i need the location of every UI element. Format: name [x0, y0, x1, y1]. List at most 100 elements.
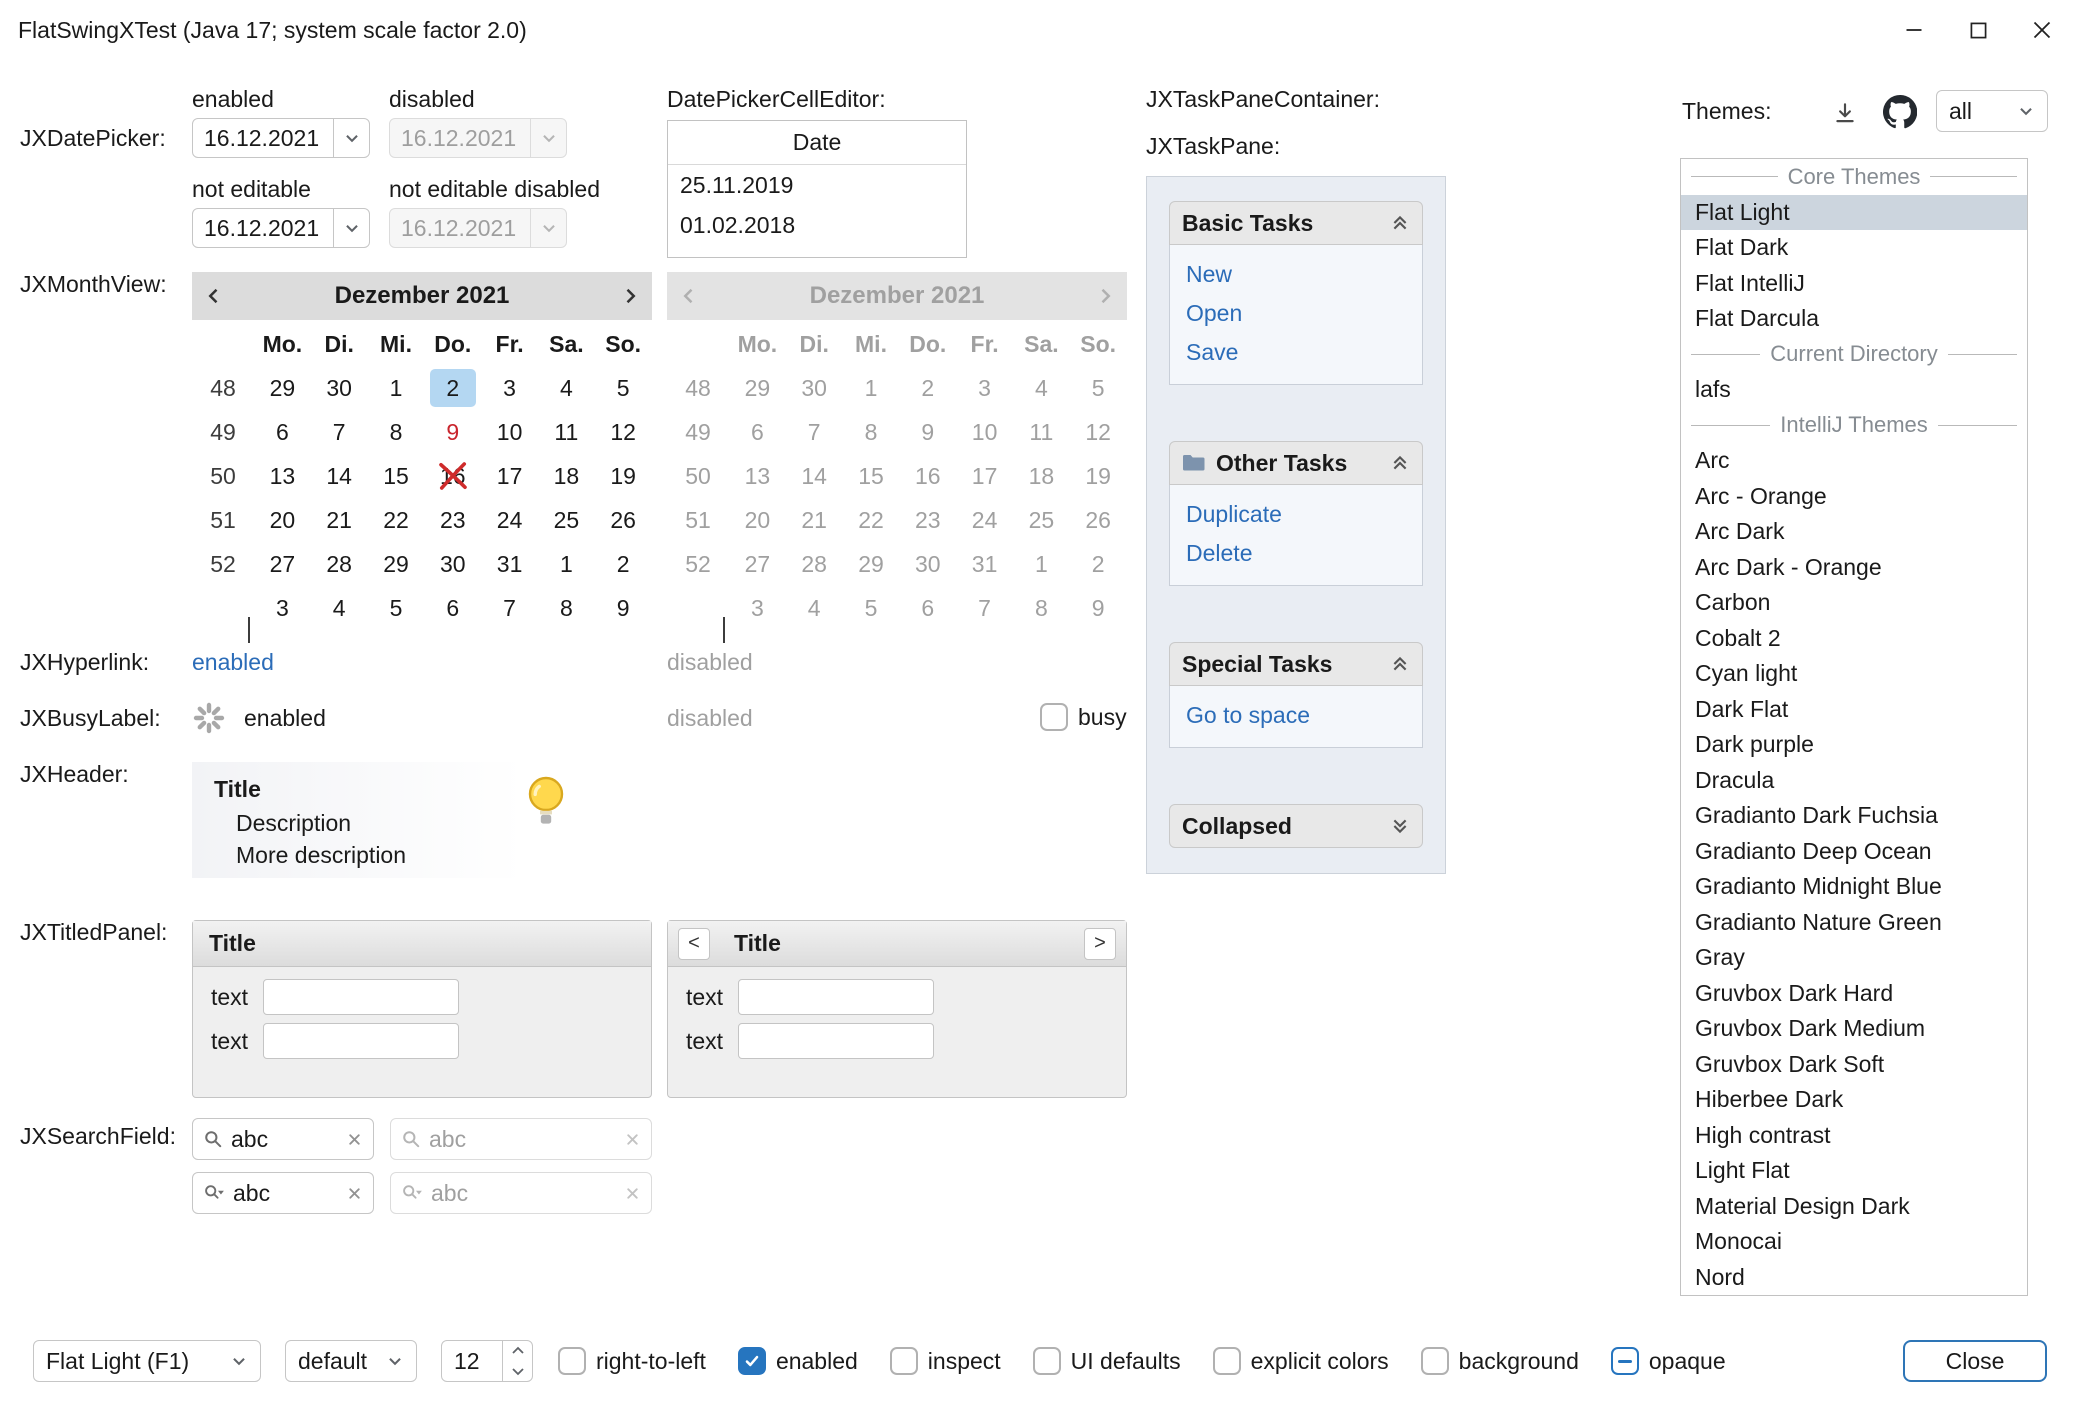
calendar-day[interactable]: 16 [430, 457, 476, 495]
chevron-down-icon[interactable] [333, 119, 369, 157]
datepicker-value[interactable]: 16.12.2021 [193, 209, 333, 247]
calendar-day[interactable]: 8 [543, 589, 589, 627]
calendar-day[interactable]: 20 [259, 501, 305, 539]
calendar-day[interactable]: 5 [373, 589, 419, 627]
clear-icon[interactable] [346, 1185, 363, 1202]
spinner-buttons[interactable] [502, 1341, 532, 1381]
theme-list-item[interactable]: Flat Light [1681, 195, 2027, 231]
taskpane-header[interactable]: Special Tasks [1169, 642, 1423, 686]
calendar-day[interactable]: 10 [487, 413, 533, 451]
theme-list-item[interactable]: Gruvbox Dark Medium [1681, 1011, 2027, 1047]
checkbox-box[interactable] [890, 1347, 918, 1375]
theme-list-item[interactable]: Light Flat [1681, 1153, 2027, 1189]
theme-list-item[interactable]: Flat IntelliJ [1681, 266, 2027, 302]
calendar-day[interactable]: 24 [487, 501, 533, 539]
table-row[interactable]: 25.11.2019 [668, 165, 966, 205]
theme-list-item[interactable]: Monocai [1681, 1224, 2027, 1260]
checkbox-box[interactable] [1040, 703, 1068, 731]
theme-list-item[interactable]: Hiberbee Dark [1681, 1082, 2027, 1118]
checkbox-box[interactable] [1213, 1347, 1241, 1375]
taskpane-link[interactable]: Open [1170, 294, 1422, 333]
calendar-day[interactable]: 23 [430, 501, 476, 539]
calendar-day[interactable]: 27 [259, 545, 305, 583]
calendar-day[interactable]: 9 [430, 413, 476, 451]
checkbox-box[interactable] [1033, 1347, 1061, 1375]
theme-list-item[interactable]: Arc Dark - Orange [1681, 550, 2027, 586]
titledpanel-text-field[interactable] [263, 979, 459, 1015]
theme-list-item[interactable]: Carbon [1681, 585, 2027, 621]
chevron-down-icon[interactable] [230, 1352, 248, 1370]
datepicker-enabled[interactable]: 16.12.2021 [192, 118, 370, 158]
titledpanel-text-field[interactable] [738, 979, 934, 1015]
checkbox-box[interactable] [738, 1347, 766, 1375]
calendar-day[interactable]: 28 [316, 545, 362, 583]
theme-list-item[interactable]: Gradianto Dark Fuchsia [1681, 798, 2027, 834]
download-icon[interactable] [1828, 96, 1862, 130]
calendar-day[interactable]: 3 [259, 589, 305, 627]
combobox-value[interactable]: default [298, 1348, 378, 1375]
search-input[interactable]: abc [233, 1180, 338, 1207]
theme-list-item[interactable]: Dark Flat [1681, 692, 2027, 728]
close-button[interactable]: Close [1903, 1340, 2047, 1382]
next-month-icon[interactable] [620, 272, 640, 320]
calendar-day[interactable]: 8 [373, 413, 419, 451]
taskpane-link[interactable]: Delete [1170, 534, 1422, 573]
checkbox-background[interactable]: background [1421, 1347, 1579, 1375]
titledpanel-right-button[interactable]: > [1084, 928, 1116, 960]
calendar-day[interactable]: 30 [316, 369, 362, 407]
calendar-day[interactable]: 21 [316, 501, 362, 539]
calendar-day[interactable]: 29 [373, 545, 419, 583]
calendar-day[interactable]: 2 [600, 545, 646, 583]
calendar-day[interactable]: 15 [373, 457, 419, 495]
calendar-day[interactable]: 9 [600, 589, 646, 627]
chevron-down-icon[interactable] [2017, 102, 2035, 120]
font-combobox[interactable]: default [285, 1340, 417, 1382]
calendar-day[interactable]: 5 [600, 369, 646, 407]
calendar-day[interactable]: 12 [600, 413, 646, 451]
datepicker-value[interactable]: 16.12.2021 [193, 119, 333, 157]
hyperlink-enabled[interactable]: enabled [192, 649, 274, 676]
calendar-day[interactable]: 6 [430, 589, 476, 627]
checkbox-explicit-colors[interactable]: explicit colors [1213, 1347, 1389, 1375]
themes-filter-combobox[interactable]: all [1936, 90, 2048, 132]
calendar-day[interactable]: 30 [430, 545, 476, 583]
font-size-spinner[interactable]: 12 [441, 1340, 533, 1382]
close-window-button[interactable] [2010, 0, 2074, 60]
calendar-day[interactable]: 26 [600, 501, 646, 539]
collapse-icon[interactable] [1390, 453, 1410, 473]
theme-list-item[interactable]: Gruvbox Dark Hard [1681, 976, 2027, 1012]
search-field[interactable]: abc [192, 1118, 374, 1160]
search-input[interactable]: abc [231, 1126, 338, 1153]
calendar-day[interactable]: 29 [259, 369, 305, 407]
taskpane-header[interactable]: Basic Tasks [1169, 201, 1423, 245]
datepicker-not-editable[interactable]: 16.12.2021 [192, 208, 370, 248]
search-field-with-menu[interactable]: abc [192, 1172, 374, 1214]
theme-list-item[interactable]: High contrast [1681, 1118, 2027, 1154]
checkbox-enabled[interactable]: enabled [738, 1347, 858, 1375]
titledpanel-text-field[interactable] [263, 1023, 459, 1059]
theme-list-item[interactable]: Arc - Orange [1681, 479, 2027, 515]
calendar-day[interactable]: 13 [259, 457, 305, 495]
combobox-value[interactable]: Flat Light (F1) [46, 1348, 222, 1375]
chevron-down-icon[interactable] [333, 209, 369, 247]
calendar-day[interactable]: 6 [259, 413, 305, 451]
calendar-day[interactable]: 7 [487, 589, 533, 627]
theme-list-item[interactable]: Flat Dark [1681, 230, 2027, 266]
theme-list-item[interactable]: Nord [1681, 1260, 2027, 1296]
table-row[interactable]: 01.02.2018 [668, 205, 966, 245]
spinner-value[interactable]: 12 [442, 1341, 502, 1381]
calendar-day[interactable]: 22 [373, 501, 419, 539]
taskpane-header[interactable]: Collapsed [1169, 804, 1423, 848]
laf-combobox[interactable]: Flat Light (F1) [33, 1340, 261, 1382]
theme-list-item[interactable]: Gradianto Midnight Blue [1681, 869, 2027, 905]
theme-list-item[interactable]: Cobalt 2 [1681, 621, 2027, 657]
taskpane-header[interactable]: Other Tasks [1169, 441, 1423, 485]
collapse-icon[interactable] [1390, 654, 1410, 674]
calendar-day[interactable]: 11 [543, 413, 589, 451]
calendar-day[interactable]: 31 [487, 545, 533, 583]
spinner-down-icon[interactable] [503, 1361, 532, 1381]
theme-list-item[interactable]: Arc Dark [1681, 514, 2027, 550]
checkbox-inspect[interactable]: inspect [890, 1347, 1001, 1375]
taskpane-link[interactable]: Duplicate [1170, 495, 1422, 534]
calendar-day[interactable]: 7 [316, 413, 362, 451]
